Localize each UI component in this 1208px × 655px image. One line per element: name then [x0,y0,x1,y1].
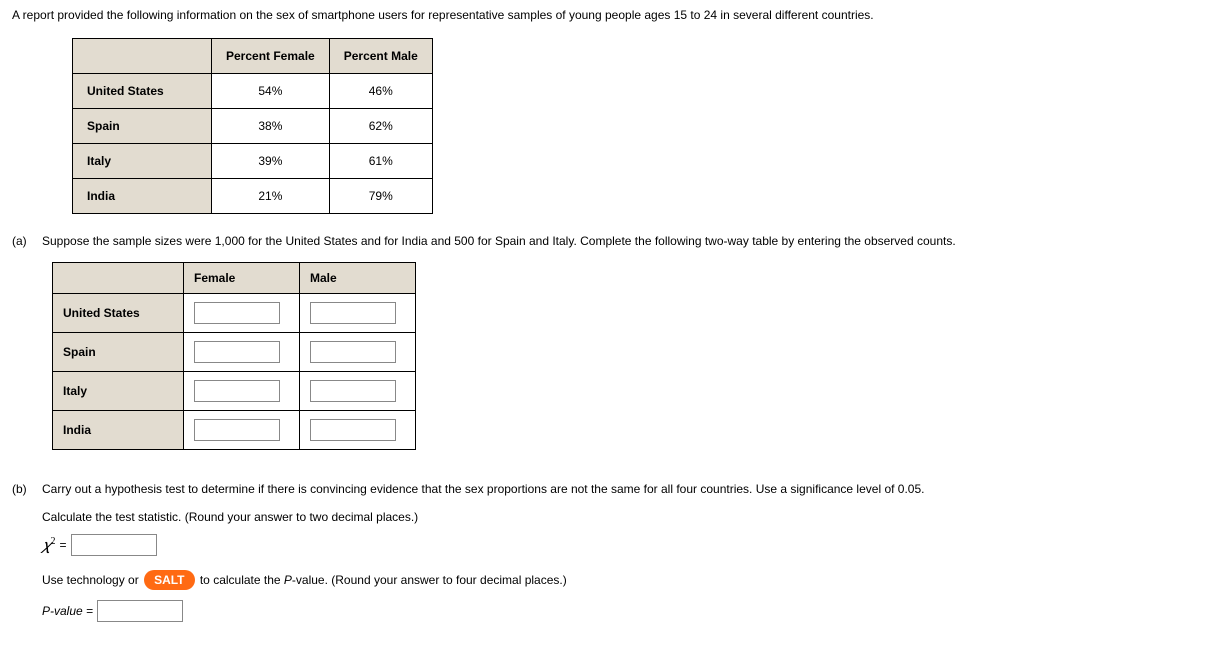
table-row: Italy 39% 61% [73,144,433,179]
corner-cell [73,39,212,74]
corner-cell [53,263,184,294]
chi-square-input[interactable] [71,534,157,556]
italy-male-input[interactable] [310,380,396,402]
col-female: Female [184,263,300,294]
cell-male: 62% [329,109,432,144]
us-male-input[interactable] [310,302,396,324]
row-country: United States [73,74,212,109]
cell-female: 38% [212,109,330,144]
table-row: India 21% 79% [73,179,433,214]
cell-female: 21% [212,179,330,214]
table-row: Spain 38% 62% [73,109,433,144]
table-row: United States 54% 46% [73,74,433,109]
row-country: Italy [53,372,184,411]
us-female-input[interactable] [194,302,280,324]
pvalue-label: P-value = [42,604,93,618]
salt-pre-text: Use technology or [42,573,142,587]
col-male: Male [300,263,416,294]
row-country: United States [53,294,184,333]
salt-badge[interactable]: SALT [144,570,194,590]
part-a-text: Suppose the sample sizes were 1,000 for … [42,234,1196,248]
calc-text: Calculate the test statistic. (Round you… [42,510,1196,524]
row-country: India [53,411,184,450]
row-country: Italy [73,144,212,179]
col-female: Percent Female [212,39,330,74]
col-male: Percent Male [329,39,432,74]
cell-male: 79% [329,179,432,214]
italy-female-input[interactable] [194,380,280,402]
cell-male: 61% [329,144,432,179]
row-country: India [73,179,212,214]
spain-female-input[interactable] [194,341,280,363]
india-male-input[interactable] [310,419,396,441]
table-row: United States [53,294,416,333]
row-country: Spain [73,109,212,144]
cell-male: 46% [329,74,432,109]
part-b-label: (b) [12,482,42,496]
table-row: Spain [53,333,416,372]
intro-text: A report provided the following informat… [12,8,1196,22]
row-country: Spain [53,333,184,372]
pvalue-input[interactable] [97,600,183,622]
chi-symbol: 𝜒2 [42,536,56,555]
salt-post-text: to calculate the P-value. (Round your an… [197,573,567,587]
part-a-label: (a) [12,234,42,248]
percent-table: Percent Female Percent Male United State… [72,38,433,214]
entry-table: Female Male United States Spain Italy In… [52,262,416,450]
table-row: India [53,411,416,450]
table-row: Italy [53,372,416,411]
cell-female: 39% [212,144,330,179]
equals-sign: = [60,538,67,552]
cell-female: 54% [212,74,330,109]
spain-male-input[interactable] [310,341,396,363]
part-b-text: Carry out a hypothesis test to determine… [42,482,1196,496]
india-female-input[interactable] [194,419,280,441]
